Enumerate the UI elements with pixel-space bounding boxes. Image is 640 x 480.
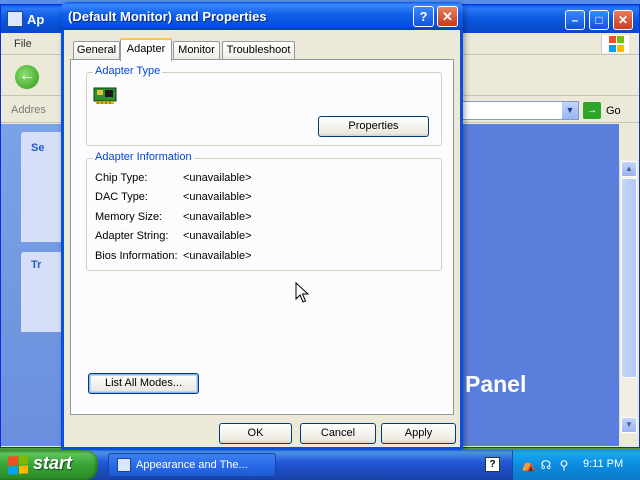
task-head-troubleshooters[interactable]: Tr [31, 259, 41, 271]
windows-logo-icon [601, 35, 629, 53]
adapter-type-label: Adapter Type [93, 65, 163, 77]
adapter-string-value: <unavailable> [183, 230, 252, 242]
list-all-modes-button[interactable]: List All Modes... [88, 373, 199, 394]
adapter-card-icon [93, 87, 117, 104]
display-properties-dialog: (Default Monitor) and Properties ? ✕ Gen… [61, 2, 463, 450]
maximize-button[interactable]: □ [589, 10, 609, 30]
help-icon[interactable]: ? [485, 457, 500, 472]
back-arrow-icon[interactable]: ← [15, 65, 39, 89]
background-close-button[interactable]: ✕ [613, 10, 633, 30]
task-pane: Se Tr [1, 124, 61, 446]
minimize-button[interactable]: – [565, 10, 585, 30]
scroll-down-button[interactable]: ▼ [621, 417, 637, 433]
dac-type-value: <unavailable> [183, 191, 252, 203]
task-head-see-also[interactable]: Se [31, 142, 44, 154]
ok-button[interactable]: OK [219, 423, 292, 444]
control-panel-icon [7, 11, 23, 27]
control-panel-heading: Panel [465, 371, 527, 397]
memory-size-label: Memory Size: [95, 211, 163, 223]
go-button-label[interactable]: Go [606, 105, 621, 117]
clock: 9:11 PM [583, 458, 624, 470]
background-window-title: Ap [27, 12, 45, 27]
windows-logo-icon [8, 455, 28, 475]
adapter-information-group: Adapter Information Chip Type: <unavaila… [86, 151, 442, 271]
scroll-thumb[interactable] [621, 178, 637, 378]
start-label: start [33, 453, 73, 473]
taskbar: start Appearance and The... ? ⛺ ☊ ⚲ 9:11… [0, 450, 640, 480]
tab-adapter[interactable]: Adapter [120, 38, 172, 61]
close-icon[interactable]: ✕ [437, 6, 458, 27]
bios-information-label: Bios Information: [95, 250, 178, 262]
chevron-down-icon[interactable]: ▼ [562, 102, 578, 119]
vertical-scrollbar[interactable]: ▲ ▼ [619, 160, 637, 434]
adapter-information-label: Adapter Information [93, 151, 194, 163]
address-input[interactable]: ▼ [461, 101, 579, 120]
tab-general[interactable]: General [73, 41, 120, 60]
cancel-button[interactable]: Cancel [300, 423, 376, 444]
start-button[interactable]: start [0, 450, 98, 480]
adapter-string-label: Adapter String: [95, 230, 169, 242]
adapter-type-group: Adapter Type Properties [86, 65, 442, 146]
taskbar-button-label: Appearance and The... [136, 459, 248, 471]
bios-information-value: <unavailable> [183, 250, 252, 262]
dialog-titlebar[interactable]: (Default Monitor) and Properties ? ✕ [61, 2, 463, 30]
taskbar-button-appearance[interactable]: Appearance and The... [108, 453, 276, 477]
search-icon[interactable]: ⚲ [557, 458, 571, 472]
go-arrow-icon[interactable]: → [583, 102, 601, 119]
control-panel-icon [117, 458, 131, 472]
memory-size-value: <unavailable> [183, 211, 252, 223]
dac-type-label: DAC Type: [95, 191, 148, 203]
volume-icon[interactable]: ☊ [539, 458, 553, 472]
apply-button[interactable]: Apply [381, 423, 456, 444]
chip-type-label: Chip Type: [95, 172, 148, 184]
adapter-tab-page: Adapter Type Properties Adapter Informat… [70, 59, 454, 415]
dialog-title: (Default Monitor) and Properties [68, 9, 267, 24]
network-icon[interactable]: ⛺ [521, 458, 536, 472]
chip-type-value: <unavailable> [183, 172, 252, 184]
menu-file[interactable]: File [14, 38, 32, 50]
address-label: Addres [11, 104, 46, 116]
tab-troubleshoot[interactable]: Troubleshoot [222, 41, 295, 60]
help-icon[interactable]: ? [413, 6, 434, 27]
mouse-cursor-icon [295, 282, 310, 303]
scroll-up-button[interactable]: ▲ [621, 161, 637, 177]
system-tray: ⛺ ☊ ⚲ 9:11 PM [512, 450, 640, 480]
properties-button[interactable]: Properties [318, 116, 429, 137]
tab-monitor[interactable]: Monitor [173, 41, 220, 60]
